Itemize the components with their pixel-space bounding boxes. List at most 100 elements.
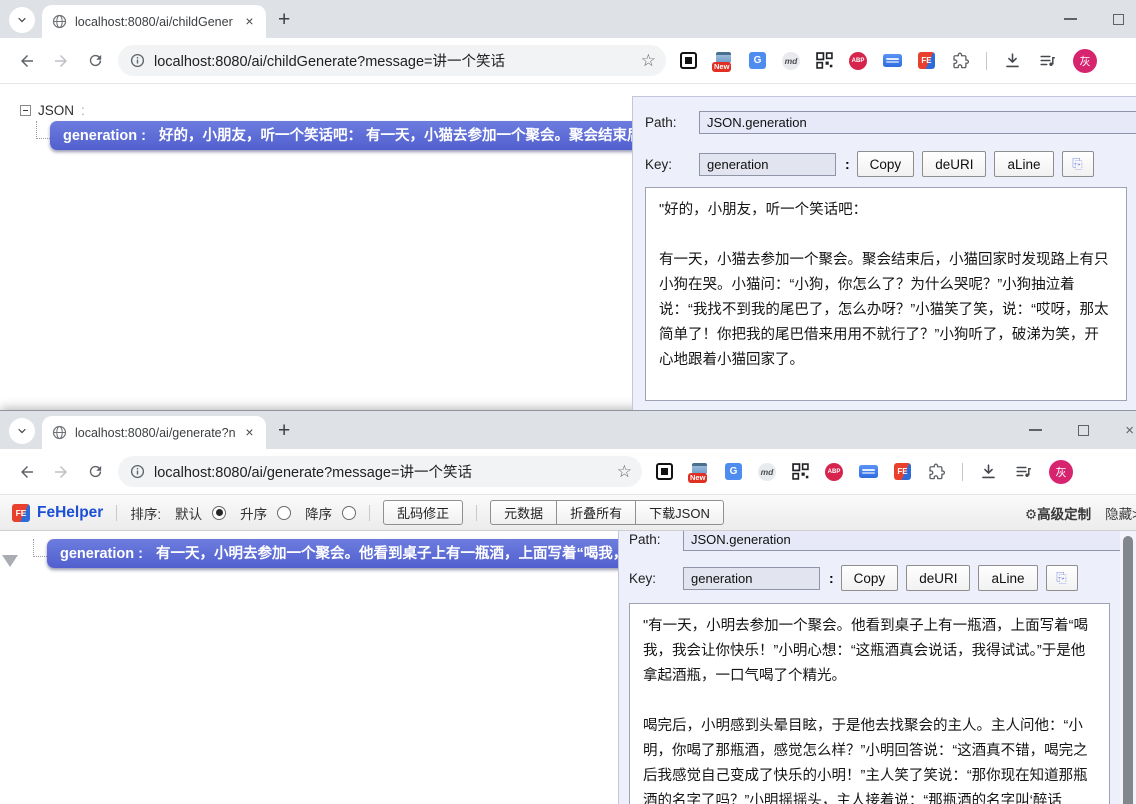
chevron-down-icon (16, 14, 28, 26)
close-button[interactable]: × (1125, 422, 1134, 439)
json-node-key: generation : (60, 546, 143, 562)
extensions-area: New G md ABP FE 灰 (680, 49, 1097, 73)
fehelper-brand: FeHelper (37, 504, 103, 522)
new-tab-button[interactable]: + (278, 422, 290, 440)
minimize-button[interactable] (1029, 429, 1042, 431)
toolbar-separator (369, 505, 370, 521)
downloads-icon[interactable] (1003, 51, 1022, 70)
translate-glyph: G (754, 55, 762, 66)
site-info-icon[interactable] (130, 53, 145, 68)
aline-button[interactable]: aLine (994, 151, 1053, 177)
paste-icon-button[interactable]: ⎘ (1046, 565, 1078, 591)
path-input[interactable] (683, 528, 1121, 551)
fehelper-extension-icon[interactable]: FE (894, 463, 911, 480)
new-tab-button[interactable]: + (278, 11, 290, 29)
url-text[interactable]: localhost:8080/ai/childGenerate?message=… (154, 50, 632, 71)
toolbar-separator (116, 505, 117, 521)
downloads-icon[interactable] (979, 462, 998, 481)
toolbar-separator (476, 505, 477, 521)
bookmark-star-icon[interactable]: ☆ (617, 463, 632, 480)
translate-icon[interactable]: G (725, 463, 742, 480)
copy-button[interactable]: Copy (841, 565, 899, 591)
collapse-all-button[interactable]: 折叠所有 (556, 500, 636, 525)
path-input[interactable] (699, 111, 1136, 134)
tab-strip-top: localhost:8080/ai/childGener × + (0, 0, 1136, 38)
avatar-glyph: 灰 (1080, 53, 1091, 69)
bookmark-star-icon[interactable]: ☆ (641, 52, 656, 69)
path-label: Path: (629, 532, 683, 547)
vertical-scrollbar[interactable] (1120, 531, 1136, 804)
paste-icon: ⎘ (1056, 570, 1066, 585)
forward-button[interactable] (44, 455, 78, 489)
deuri-button[interactable]: deURI (906, 565, 970, 591)
adblock-plus-icon[interactable]: ABP (849, 52, 867, 70)
profile-avatar[interactable]: 灰 (1049, 460, 1073, 484)
key-input[interactable] (683, 567, 820, 590)
markdown-icon[interactable]: md (758, 463, 776, 481)
tab-close-icon[interactable]: × (241, 13, 258, 30)
paste-icon-button[interactable]: ⎘ (1062, 151, 1094, 177)
page-content-top: JSON : generation :好的，小朋友，听一个笑话吧： 有一天，小猫… (0, 84, 1136, 410)
qr-code-icon[interactable] (816, 52, 833, 69)
new-extension-icon[interactable]: New (689, 463, 709, 481)
maximize-button[interactable] (1078, 425, 1089, 436)
reload-button[interactable] (78, 455, 112, 489)
scrollbar-thumb[interactable] (1123, 536, 1133, 804)
maximize-button[interactable] (1113, 14, 1124, 25)
browser-tab[interactable]: localhost:8080/ai/childGener × (42, 5, 266, 38)
back-button[interactable] (10, 44, 44, 78)
markdown-icon[interactable]: md (782, 52, 800, 70)
url-bar[interactable]: localhost:8080/ai/childGenerate?message=… (118, 45, 666, 76)
reader-mode-icon[interactable] (656, 463, 673, 480)
value-textarea[interactable]: "好的，小朋友，听一个笑话吧： 有一天，小猫去参加一个聚会。聚会结束后，小猫回家… (645, 187, 1127, 401)
playlist-icon[interactable] (1014, 462, 1033, 481)
new-extension-icon[interactable]: New (713, 52, 733, 70)
deuri-button[interactable]: deURI (922, 151, 986, 177)
sort-default-radio[interactable] (212, 506, 226, 520)
card-extension-icon[interactable] (883, 54, 902, 67)
advanced-settings-link[interactable]: ⚙高级定制 (1025, 503, 1091, 523)
markdown-glyph: md (761, 467, 774, 477)
metadata-button[interactable]: 元数据 (490, 500, 557, 525)
forward-button[interactable] (44, 44, 78, 78)
minimize-button[interactable] (1064, 18, 1077, 20)
url-bar[interactable]: localhost:8080/ai/generate?message=讲一个笑话… (118, 456, 642, 487)
chevron-down-icon (16, 425, 28, 437)
copy-button[interactable]: Copy (857, 151, 915, 177)
tab-close-icon[interactable]: × (241, 424, 258, 441)
url-text[interactable]: localhost:8080/ai/generate?message=讲一个笑话 (154, 461, 608, 482)
sort-desc-radio[interactable] (342, 506, 356, 520)
reload-button[interactable] (78, 44, 112, 78)
fehelper-button-group: 元数据 折叠所有 下载JSON (490, 500, 724, 525)
value-textarea[interactable]: "有一天，小明去参加一个聚会。他看到桌子上有一瓶酒，上面写着“喝我，我会让你快乐… (629, 603, 1110, 804)
site-info-icon[interactable] (130, 464, 145, 479)
reader-mode-icon[interactable] (680, 52, 697, 69)
back-button[interactable] (10, 455, 44, 489)
browser-tab[interactable]: localhost:8080/ai/generate?n × (42, 416, 266, 449)
tree-connector (36, 121, 50, 139)
card-extension-icon[interactable] (859, 465, 878, 478)
extensions-puzzle-icon[interactable] (927, 462, 946, 481)
hide-link[interactable]: 隐藏> (1105, 503, 1136, 523)
adblock-plus-icon[interactable]: ABP (825, 463, 843, 481)
fehelper-extension-icon[interactable]: FE (918, 52, 935, 69)
browser-toolbar-bottom: localhost:8080/ai/generate?message=讲一个笑话… (0, 449, 1136, 495)
profile-avatar[interactable]: 灰 (1073, 49, 1097, 73)
gear-icon: ⚙ (1025, 507, 1037, 522)
translate-glyph: G (730, 466, 738, 477)
fehelper-toolbar: FE FeHelper 排序: 默认 升序 降序 乱码修正 元数据 折叠所有 下… (0, 495, 1136, 531)
sort-asc-radio[interactable] (277, 506, 291, 520)
extensions-puzzle-icon[interactable] (951, 51, 970, 70)
tree-collapse-icon[interactable] (20, 105, 31, 116)
playlist-icon[interactable] (1038, 51, 1057, 70)
key-input[interactable] (699, 153, 836, 176)
qr-code-icon[interactable] (792, 463, 809, 480)
fehelper-right-actions: ⚙高级定制 隐藏> (1025, 503, 1126, 523)
aline-button[interactable]: aLine (978, 565, 1037, 591)
fehelper-logo-icon: FE (12, 504, 30, 522)
tab-search-button[interactable] (9, 7, 35, 33)
tab-search-button[interactable] (9, 418, 35, 444)
download-json-button[interactable]: 下载JSON (635, 500, 724, 525)
translate-icon[interactable]: G (749, 52, 766, 69)
fix-encoding-button[interactable]: 乱码修正 (383, 500, 463, 525)
